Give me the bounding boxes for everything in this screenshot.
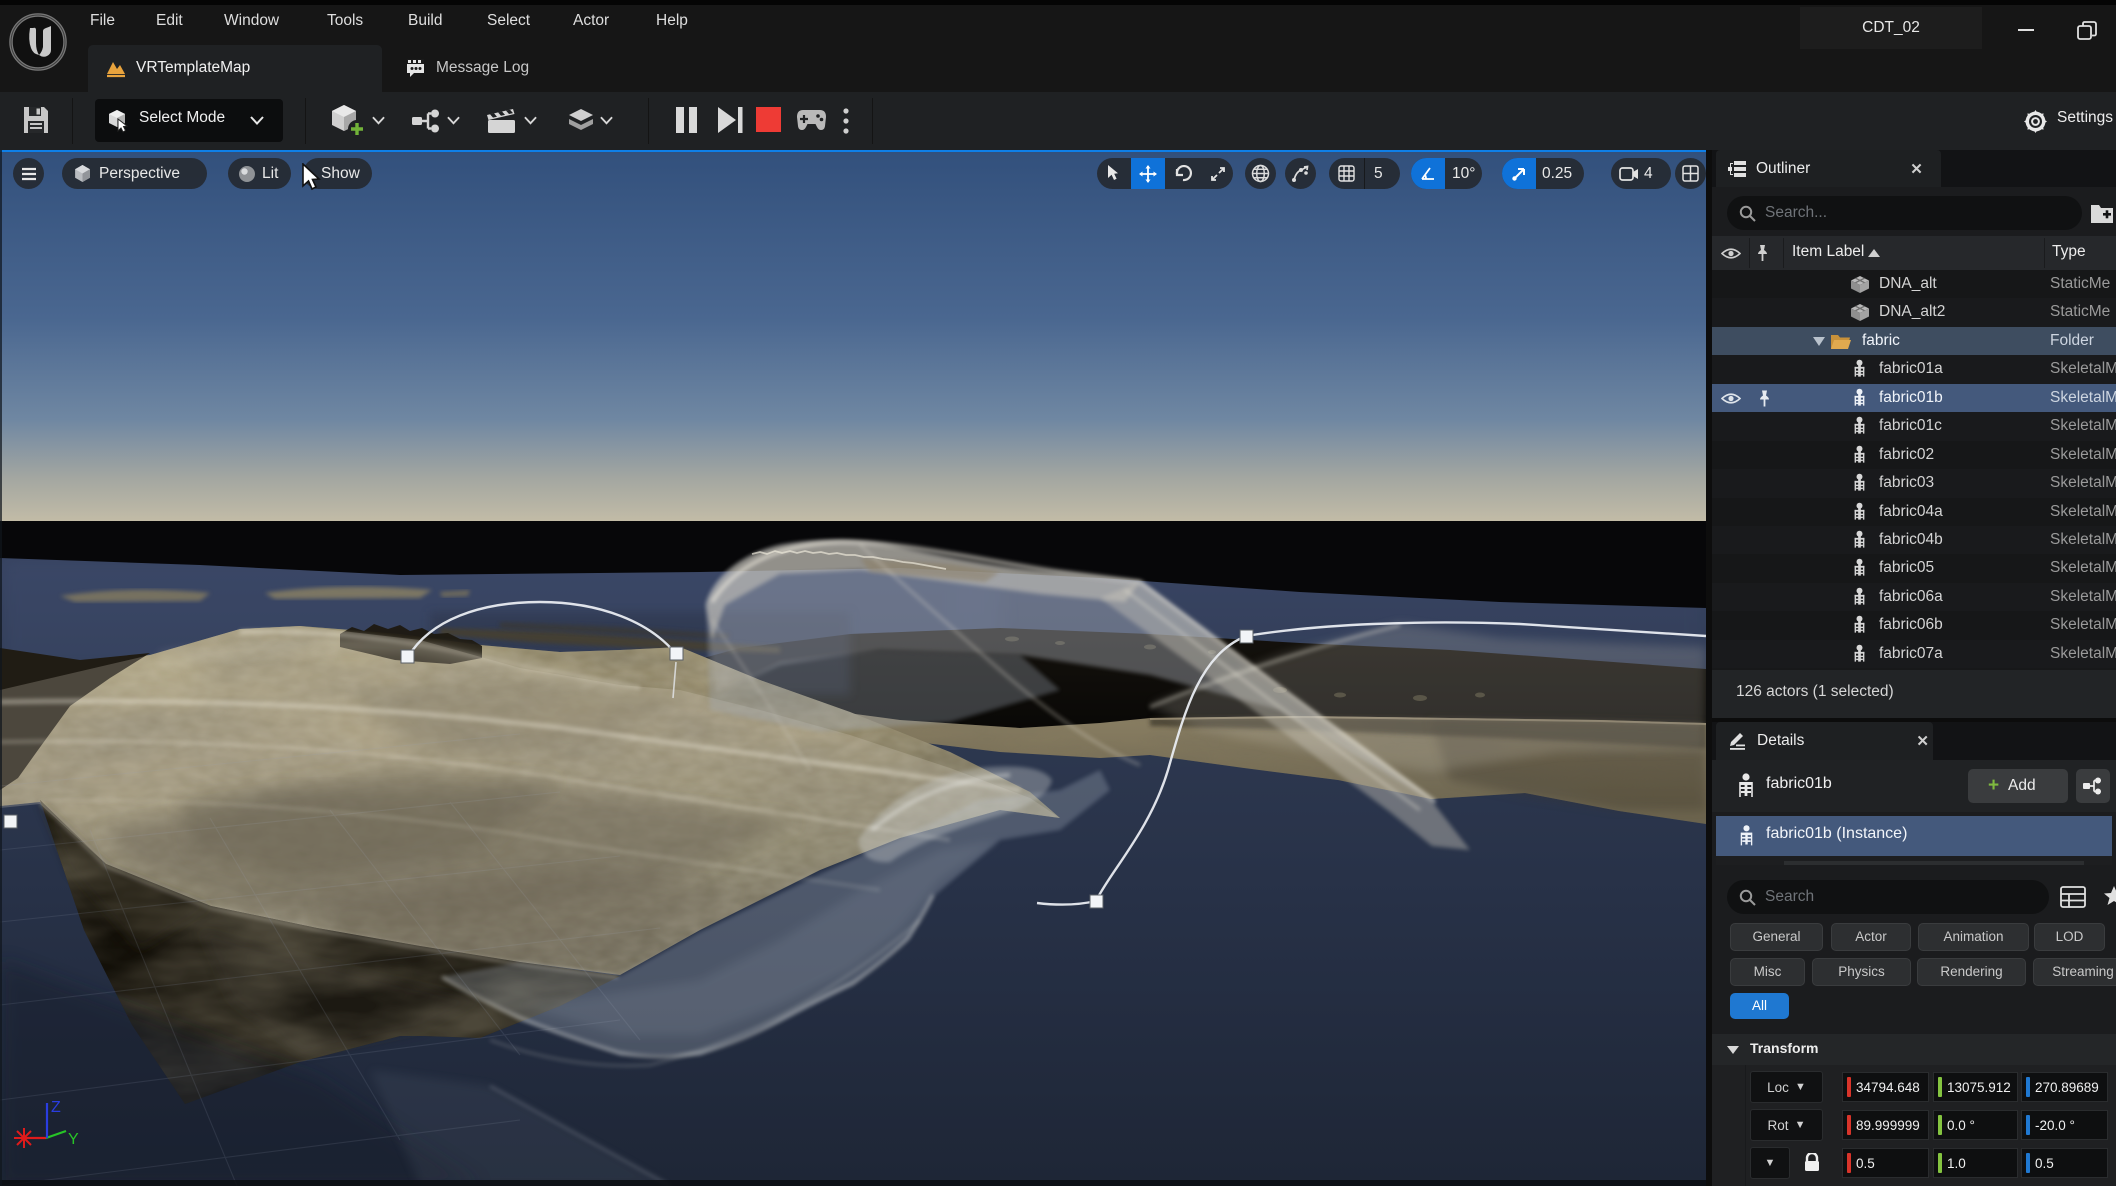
svg-text:Z: Z (51, 1099, 61, 1116)
svg-text:Y: Y (68, 1131, 79, 1148)
